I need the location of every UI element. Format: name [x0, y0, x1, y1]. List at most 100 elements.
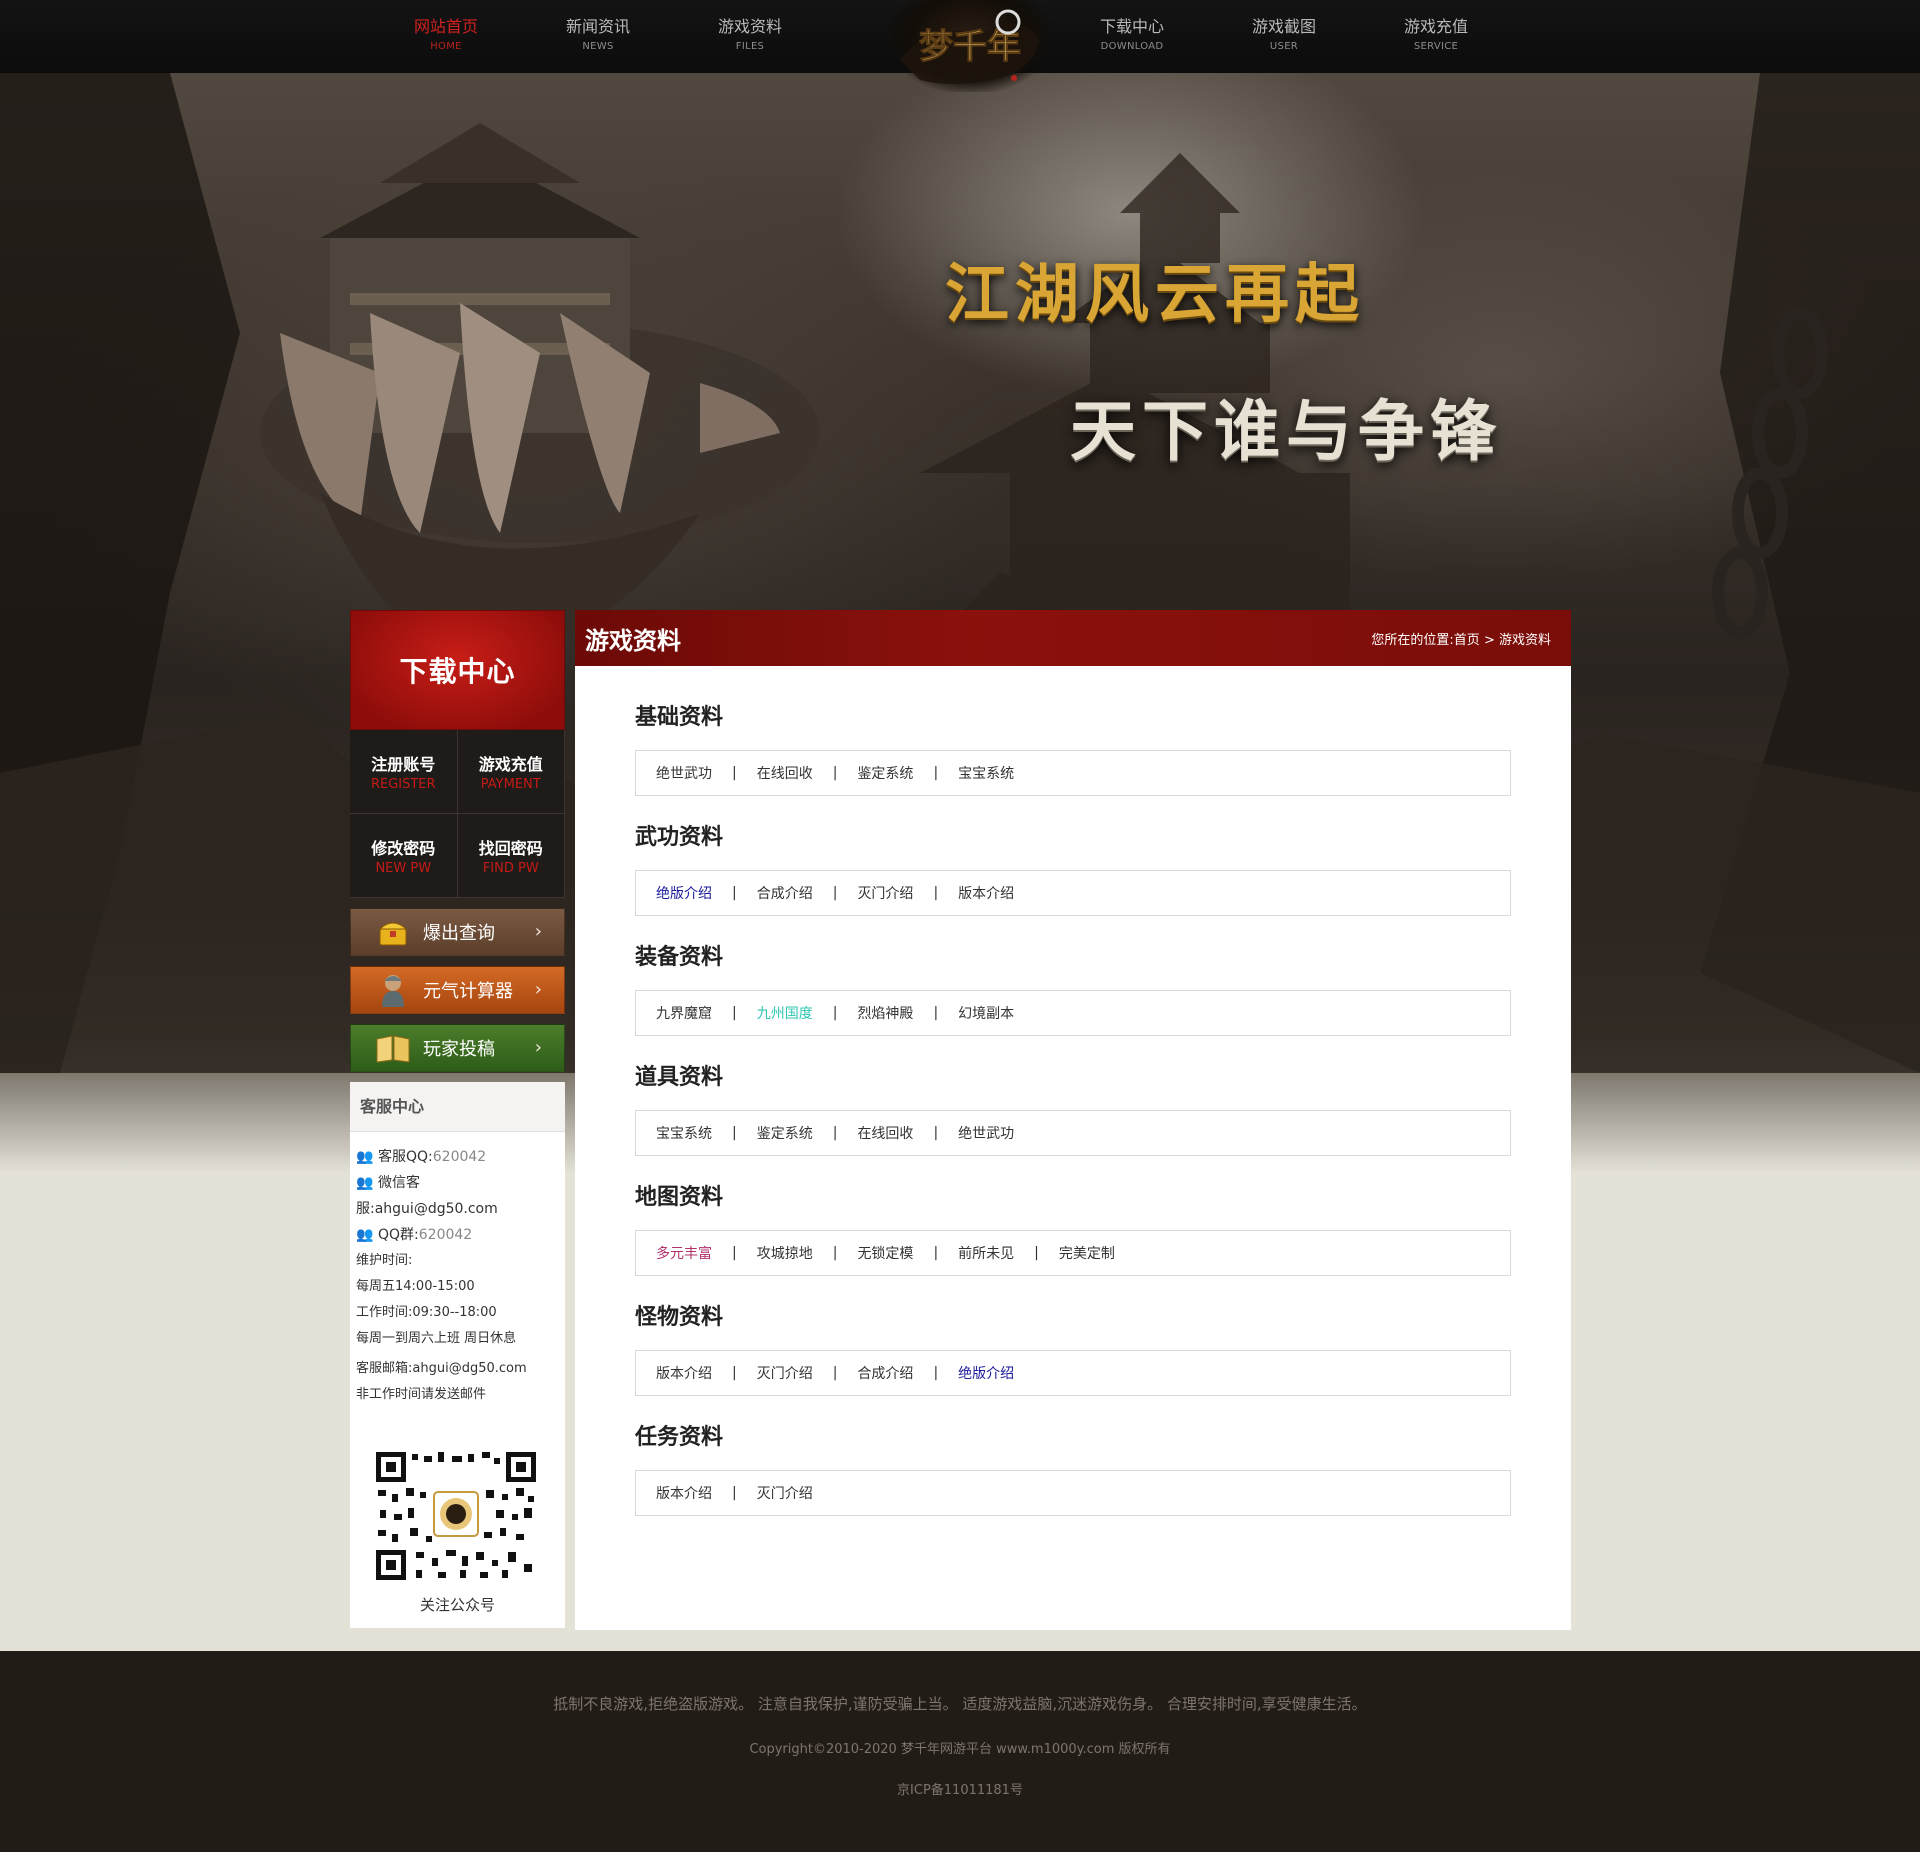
section-link[interactable]: 在线回收	[757, 763, 813, 783]
qr-caption: 关注公众号	[419, 1596, 495, 1614]
section-links: 版本介绍 | 灭门介绍 | 合成介绍 | 绝版介绍	[635, 1350, 1511, 1396]
section-links: 版本介绍 | 灭门介绍	[635, 1470, 1511, 1516]
section-link[interactable]: 绝版介绍	[656, 883, 712, 903]
section-link[interactable]: 绝世武功	[656, 763, 712, 783]
nav-sublabel: USER	[1269, 41, 1299, 52]
breadcrumb-current[interactable]: 游戏资料	[1499, 633, 1551, 648]
change-password-button[interactable]: 修改密码 NEW PW	[350, 814, 458, 898]
link-separator: |	[732, 765, 737, 781]
banner-slogan-2: 天下谁与争锋	[1070, 392, 1502, 470]
section-link[interactable]: 宝宝系统	[958, 763, 1014, 783]
section-link[interactable]: 版本介绍	[958, 883, 1014, 903]
account-grid: 注册账号 REGISTER 游戏充值 PAYMENT 修改密码 NEW PW 找…	[350, 730, 565, 898]
section-link[interactable]: 攻城掠地	[757, 1243, 813, 1263]
nav-label: 网站首页	[413, 17, 478, 36]
service-qq-value[interactable]: 620042	[433, 1144, 486, 1170]
download-center-button[interactable]: 下载中心	[350, 610, 565, 730]
nav-item-recharge[interactable]: 游戏充值 SERVICE	[1376, 16, 1496, 54]
section-link[interactable]: 九州国度	[757, 1003, 813, 1023]
change-password-label: 修改密码	[371, 839, 436, 858]
section-link[interactable]: 灭门介绍	[757, 1363, 813, 1383]
find-password-button[interactable]: 找回密码 FIND PW	[457, 814, 565, 898]
treasure-icon	[373, 912, 413, 952]
link-separator: |	[933, 885, 939, 901]
section-link[interactable]: 在线回收	[857, 1123, 913, 1143]
link-separator: |	[933, 1365, 939, 1381]
chevron-right-icon: ›	[534, 921, 542, 942]
nav-sublabel: DOWNLOAD	[1100, 41, 1164, 52]
chevron-right-icon: ›	[534, 979, 542, 1000]
drop-query-button[interactable]: 爆出查询 ›	[350, 908, 565, 956]
section-link[interactable]: 版本介绍	[656, 1483, 712, 1503]
section-link[interactable]: 灭门介绍	[757, 1483, 813, 1503]
section-title: 道具资料	[635, 1065, 724, 1090]
link-separator: |	[832, 1365, 838, 1381]
section-link[interactable]: 绝世武功	[958, 1123, 1014, 1143]
section-link[interactable]: 多元丰富	[656, 1243, 712, 1263]
nav-item-news[interactable]: 新闻资讯 NEWS	[538, 16, 658, 54]
book-icon	[373, 1028, 413, 1068]
register-label: 注册账号	[371, 755, 436, 774]
section-links: 绝版介绍 | 合成介绍 | 灭门介绍 | 版本介绍	[635, 870, 1511, 916]
section-link[interactable]: 前所未见	[958, 1243, 1014, 1263]
maintenance-time: 每周五14:00-15:00	[356, 1279, 475, 1294]
payment-button[interactable]: 游戏充值 PAYMENT	[457, 730, 565, 814]
service-group-value[interactable]: 620042	[419, 1222, 472, 1248]
breadcrumb-home[interactable]: 首页	[1454, 633, 1480, 648]
section-link[interactable]: 绝版介绍	[958, 1363, 1014, 1383]
link-separator: |	[933, 765, 939, 781]
section-link[interactable]: 灭门介绍	[857, 883, 913, 903]
service-qq-group: 👥 QQ群: 620042	[356, 1222, 559, 1248]
link-separator: |	[832, 1245, 838, 1261]
warrior-icon	[373, 970, 413, 1010]
section-link[interactable]: 鉴定系统	[757, 1123, 813, 1143]
link-separator: |	[732, 1245, 737, 1261]
section-link[interactable]: 合成介绍	[757, 883, 813, 903]
link-separator: |	[933, 1125, 939, 1141]
nav-item-download[interactable]: 下载中心 DOWNLOAD	[1072, 16, 1192, 54]
sidebar: 下载中心 注册账号 REGISTER 游戏充值 PAYMENT 修改密码 NEW…	[350, 610, 565, 1628]
chevron-right-icon: ›	[534, 1037, 542, 1058]
section-title: 武功资料	[635, 825, 724, 850]
footer-icp[interactable]: 京ICP备11011181号	[0, 1779, 1920, 1798]
link-separator: |	[1034, 1245, 1039, 1261]
section-title: 任务资料	[635, 1425, 724, 1450]
register-sublabel: REGISTER	[370, 777, 436, 792]
user-icon: 👥	[356, 1175, 374, 1191]
nav-item-files[interactable]: 游戏资料 FILES	[690, 16, 810, 54]
section-link[interactable]: 版本介绍	[656, 1363, 712, 1383]
section-links: 多元丰富 | 攻城掠地 | 无锁定模 | 前所未见 | 完美定制	[635, 1230, 1511, 1276]
section-title: 基础资料	[635, 705, 724, 730]
user-icon: 👥	[356, 1227, 374, 1243]
section-link[interactable]: 鉴定系统	[857, 763, 913, 783]
vigor-calculator-button[interactable]: 元气计算器 ›	[350, 966, 565, 1014]
service-email: 客服邮箱:ahgui@dg50.com	[356, 1361, 527, 1376]
vigor-calculator-label: 元气计算器	[423, 981, 513, 1002]
section-link[interactable]: 完美定制	[1059, 1243, 1115, 1263]
drop-query-label: 爆出查询	[423, 923, 495, 944]
section-link[interactable]: 烈焰神殿	[857, 1003, 913, 1023]
section-link[interactable]: 幻境副本	[958, 1003, 1014, 1023]
site-logo[interactable]: 梦千年	[890, 0, 1050, 92]
section-link[interactable]: 九界魔窟	[656, 1003, 712, 1023]
player-submission-button[interactable]: 玩家投稿 ›	[350, 1024, 565, 1072]
maintenance-label: 维护时间:	[356, 1253, 413, 1268]
register-button[interactable]: 注册账号 REGISTER	[350, 730, 458, 814]
nav-sublabel: HOME	[430, 41, 462, 52]
section-link[interactable]: 无锁定模	[857, 1243, 913, 1263]
breadcrumb-prefix: 您所在的位置:	[1371, 632, 1454, 648]
section-links: 宝宝系统 | 鉴定系统 | 在线回收 | 绝世武功	[635, 1110, 1511, 1156]
nav-label: 游戏截图	[1251, 17, 1316, 36]
breadcrumb: 您所在的位置:首页 > 游戏资料	[1371, 629, 1551, 648]
breadcrumb-separator: >	[1483, 632, 1495, 648]
page-title: 游戏资料	[585, 626, 681, 655]
nav-label: 下载中心	[1099, 17, 1164, 36]
nav-item-home[interactable]: 网站首页 HOME	[386, 16, 506, 54]
section-link[interactable]: 宝宝系统	[656, 1123, 712, 1143]
section-link[interactable]: 合成介绍	[857, 1363, 913, 1383]
work-days: 每周一到周六上班 周日休息	[356, 1331, 517, 1346]
section-title: 怪物资料	[635, 1305, 724, 1330]
nav-item-screenshots[interactable]: 游戏截图 USER	[1224, 16, 1344, 54]
service-qq: 👥 客服QQ: 620042	[356, 1144, 559, 1170]
link-separator: |	[732, 1365, 737, 1381]
